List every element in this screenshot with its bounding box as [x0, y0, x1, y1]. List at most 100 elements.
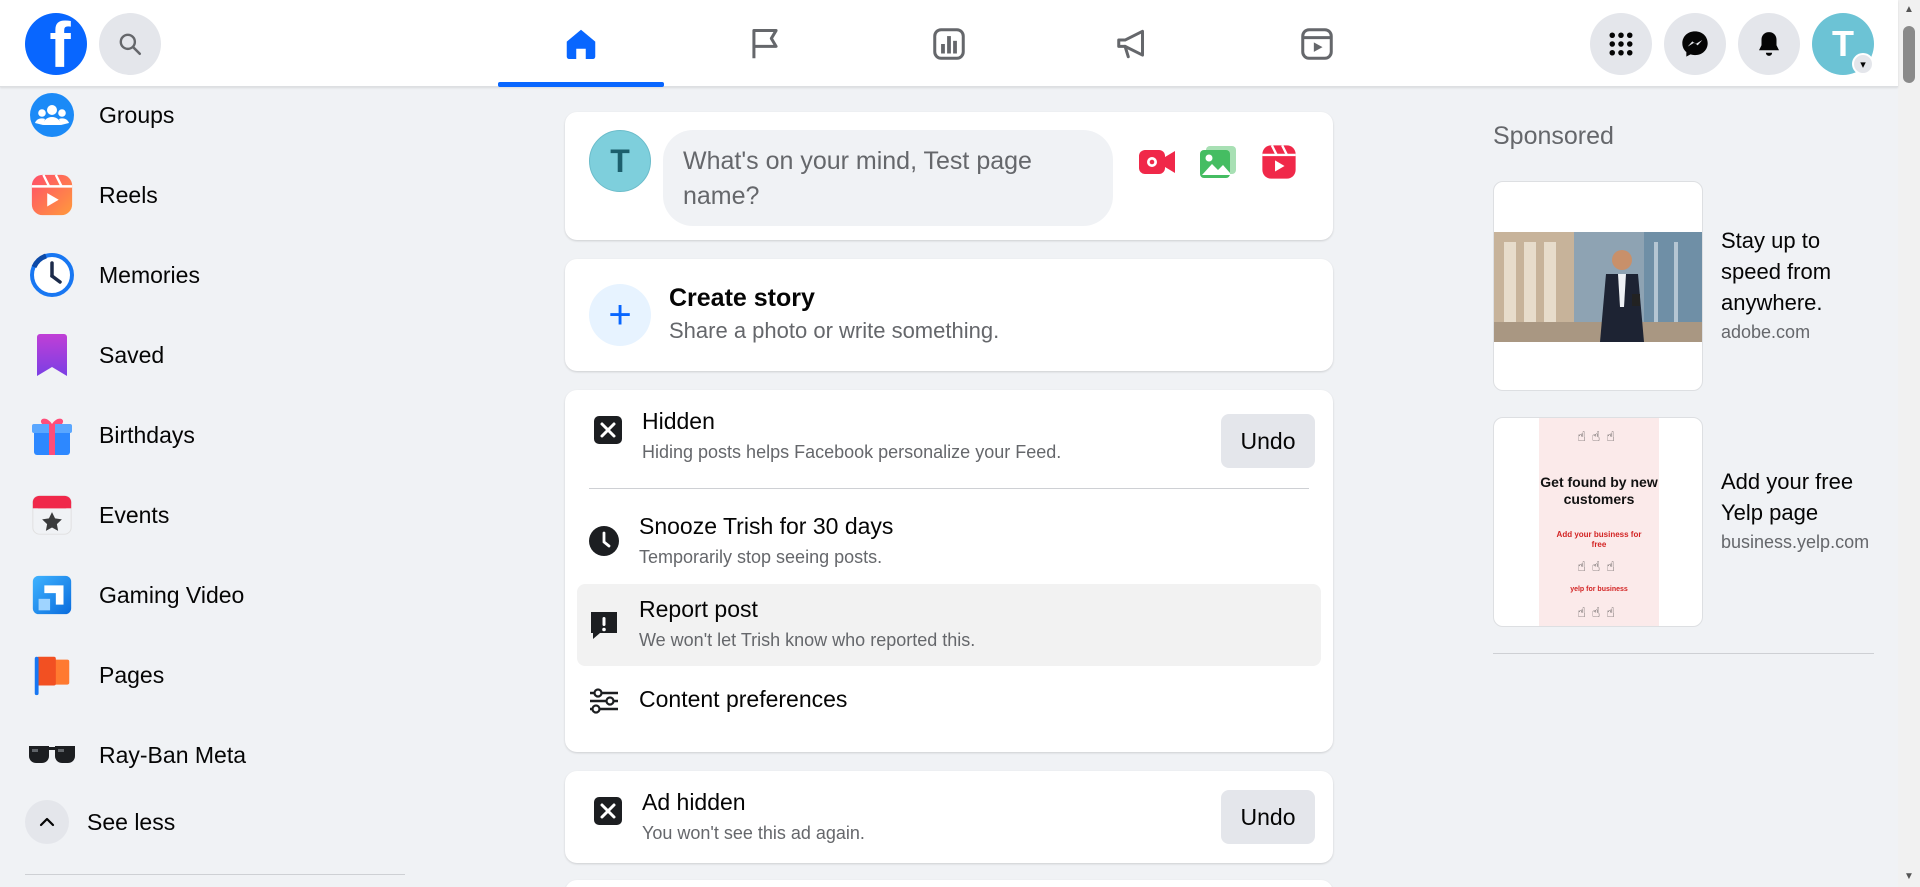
content-preferences-title: Content preferences — [639, 686, 848, 712]
tab-ads[interactable] — [1050, 0, 1216, 87]
yelp-ad-headline: Get found by new customers — [1540, 474, 1658, 507]
close-box-icon — [591, 413, 625, 447]
composer-input[interactable]: What's on your mind, Test page name? — [663, 130, 1113, 226]
live-video-icon — [1139, 150, 1175, 174]
megaphone-icon — [1117, 29, 1145, 58]
sidebar-item-memories[interactable]: Memories — [25, 240, 405, 310]
sidebar-item-ray-ban-meta[interactable]: Ray-Ban Meta — [25, 720, 405, 790]
undo-button[interactable]: Undo — [1221, 790, 1315, 844]
bell-icon — [1759, 32, 1779, 56]
undo-button[interactable]: Undo — [1221, 414, 1315, 468]
sidebar-item-label: Ray-Ban Meta — [99, 741, 247, 768]
close-box-icon — [591, 794, 625, 828]
groups-icon — [25, 88, 79, 142]
report-post-subtitle: We won't let Trish know who reported thi… — [639, 630, 976, 650]
sidebar-item-gaming-video[interactable]: Gaming Video — [25, 560, 405, 630]
search-icon — [119, 33, 142, 56]
facebook-logo[interactable]: f — [25, 13, 87, 75]
ad-domain-yelp: business.yelp.com — [1721, 532, 1870, 552]
gaming-video-icon — [25, 568, 79, 622]
sidebar-item-events[interactable]: Events — [25, 480, 405, 550]
sidebar-item-label: Reels — [99, 181, 158, 208]
yelp-ad-graphic: ☝☝☝ Get found by new customers Add your … — [1539, 418, 1659, 626]
ray-ban-meta-icon — [25, 728, 79, 782]
snooze-title: Snooze Trish for 30 days — [639, 513, 894, 539]
composer-avatar[interactable]: T — [589, 130, 651, 192]
events-icon — [25, 488, 79, 542]
create-story-subtitle: Share a photo or write something. — [669, 318, 1000, 343]
avatar-letter: T — [1832, 23, 1854, 64]
hidden-subtitle: Hiding posts helps Facebook personalize … — [642, 442, 1062, 462]
sidebar-item-label: Birthdays — [99, 421, 195, 448]
home-icon — [566, 29, 596, 59]
sponsored-heading: Sponsored — [1493, 122, 1614, 150]
pages-icon — [25, 648, 79, 702]
ad-hidden-title: Ad hidden — [642, 789, 746, 815]
page-scrollbar[interactable]: ▲ ▼ — [1898, 0, 1920, 887]
ad-title-yelp[interactable]: Add your free Yelp page — [1721, 466, 1881, 528]
tab-video[interactable] — [1234, 0, 1400, 87]
see-less-button[interactable]: See less — [25, 800, 175, 844]
plus-icon: + — [589, 284, 651, 346]
sidebar-item-reels[interactable]: Reels — [25, 160, 405, 230]
photo-video-button[interactable] — [1196, 140, 1240, 184]
sidebar-divider — [25, 874, 405, 875]
sliders-icon — [587, 684, 621, 718]
flag-icon — [752, 28, 778, 58]
sidebar-item-label: Gaming Video — [99, 581, 245, 608]
sidebar-item-label: Events — [99, 501, 170, 528]
live-video-button[interactable] — [1135, 140, 1179, 184]
sidebar-item-label: Saved — [99, 341, 165, 368]
notifications-button[interactable] — [1738, 13, 1800, 75]
video-icon — [1301, 27, 1333, 60]
scroll-up-arrow-icon[interactable]: ▲ — [1903, 4, 1915, 16]
account-menu-chevron-icon[interactable]: ▾ — [1852, 53, 1874, 75]
report-post-title: Report post — [639, 596, 758, 622]
saved-icon — [25, 328, 79, 382]
sidebar-item-label: Groups — [99, 101, 175, 128]
create-story-card[interactable]: + Create story Share a photo or write so… — [565, 259, 1333, 371]
birthdays-icon — [25, 408, 79, 462]
sidebar-item-label: Pages — [99, 661, 165, 688]
ad-image-adobe[interactable] — [1493, 181, 1703, 391]
clock-icon — [587, 524, 621, 558]
tab-home[interactable] — [498, 0, 664, 87]
memories-icon — [25, 248, 79, 302]
hidden-post-card: Hidden Hiding posts helps Facebook perso… — [565, 390, 1333, 752]
reels-icon — [25, 168, 79, 222]
sidebar-item-saved[interactable]: Saved — [25, 320, 405, 390]
hand-pattern-bottom: ☝☝☝ — [1577, 558, 1621, 574]
messenger-icon — [1682, 31, 1708, 57]
ad-image-yelp[interactable]: ☝☝☝ Get found by new customers Add your … — [1493, 417, 1703, 627]
reel-button[interactable] — [1257, 140, 1301, 184]
sidebar-item-groups[interactable]: Groups — [25, 80, 405, 150]
yelp-ad-subline: Add your business for free — [1556, 530, 1642, 549]
hidden-title: Hidden — [642, 408, 715, 434]
menu-button[interactable] — [1590, 13, 1652, 75]
ad-title-adobe[interactable]: Stay up to speed from anywhere. — [1721, 225, 1881, 318]
messenger-button[interactable] — [1664, 13, 1726, 75]
hidden-divider — [589, 488, 1309, 489]
grid-menu-icon — [1609, 32, 1633, 56]
see-less-label: See less — [87, 808, 176, 835]
right-column-divider — [1493, 653, 1874, 654]
search-button[interactable] — [99, 13, 161, 75]
scroll-down-arrow-icon[interactable]: ▼ — [1903, 871, 1915, 883]
sidebar-item-birthdays[interactable]: Birthdays — [25, 400, 405, 470]
chevron-up-icon — [25, 800, 69, 844]
create-story-title: Create story — [669, 284, 815, 312]
snooze-subtitle: Temporarily stop seeing posts. — [639, 547, 883, 567]
ad-hidden-card: Ad hidden You won't see this ad again. U… — [565, 771, 1333, 863]
tab-insights[interactable] — [866, 0, 1032, 87]
tab-pages[interactable] — [682, 0, 848, 87]
scroll-thumb[interactable] — [1903, 26, 1915, 83]
report-alert-icon — [587, 608, 621, 642]
reel-icon — [1262, 144, 1296, 179]
yelp-logo: yelp for business — [1570, 586, 1628, 593]
next-feed-card — [565, 880, 1333, 887]
facebook-logo-letter: f — [49, 13, 71, 75]
photo-icon — [1200, 146, 1236, 178]
hand-pattern-footer: ☝☝☝ — [1577, 604, 1621, 620]
sidebar-item-pages[interactable]: Pages — [25, 640, 405, 710]
insights-icon — [933, 27, 965, 60]
